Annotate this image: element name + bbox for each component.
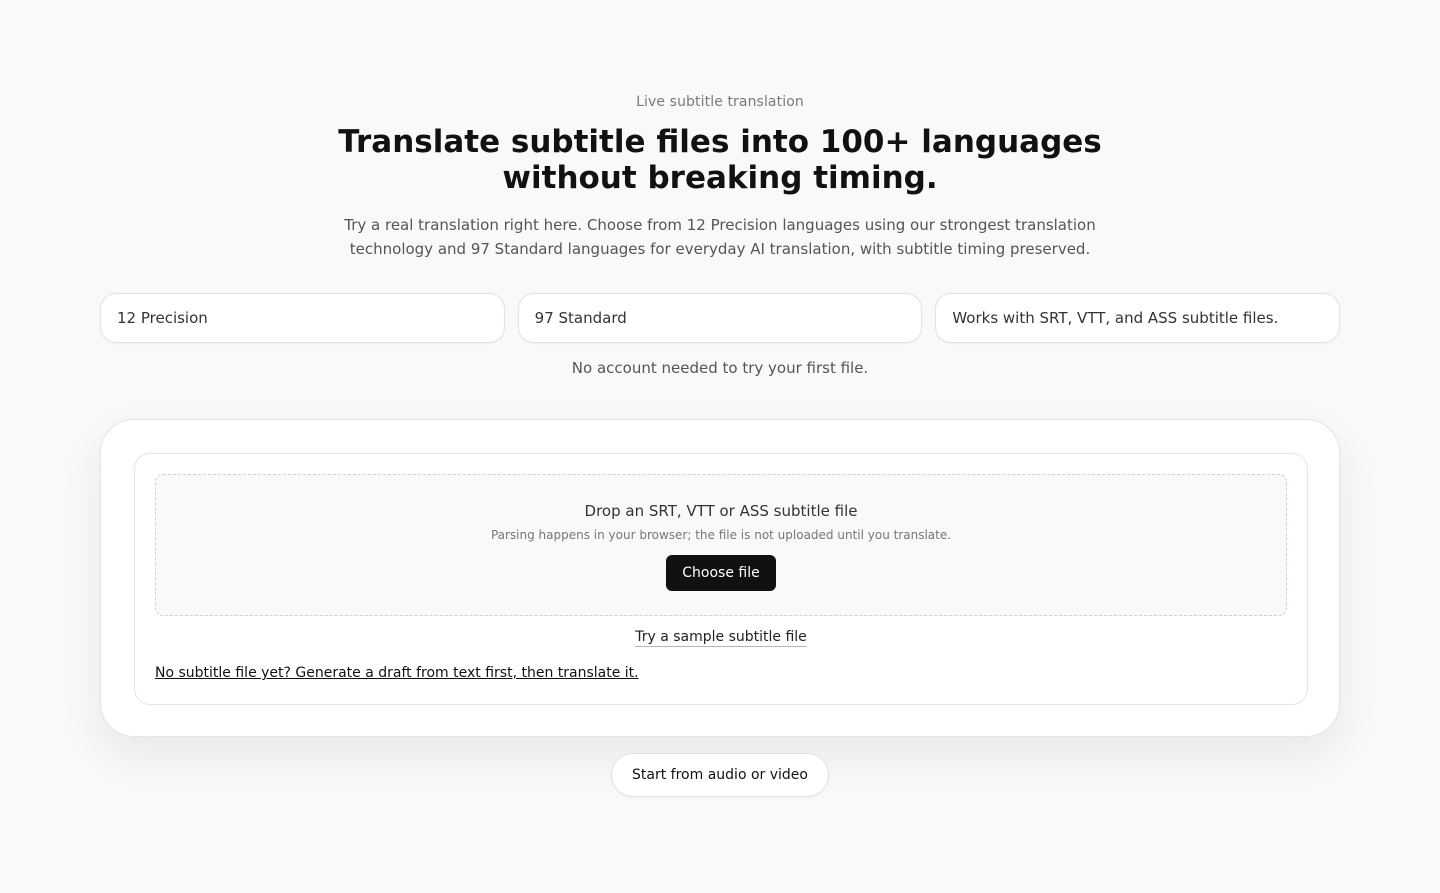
- stat-precision: 12 Precision: [100, 293, 505, 343]
- eyebrow-label: Live subtitle translation: [636, 94, 804, 110]
- dropzone-title: Drop an SRT, VTT or ASS subtitle file: [584, 502, 858, 520]
- sample-link-row: Try a sample subtitle file: [135, 629, 1307, 647]
- stat-standard: 97 Standard: [517, 293, 923, 343]
- page-title: Translate subtitle files into 100+ langu…: [338, 124, 1102, 196]
- hero-description: Try a real translation right here. Choos…: [344, 216, 1096, 258]
- upload-panel: Drop an SRT, VTT or ASS subtitle file Pa…: [134, 453, 1308, 705]
- file-dropzone[interactable]: Drop an SRT, VTT or ASS subtitle file Pa…: [155, 474, 1287, 616]
- dropzone-hint: Parsing happens in your browser; the fil…: [490, 528, 952, 542]
- sample-file-link[interactable]: Try a sample subtitle file: [635, 629, 807, 647]
- upload-card: Drop an SRT, VTT or ASS subtitle file Pa…: [100, 419, 1340, 737]
- stats-row: 12 Precision 97 Standard Works with SRT,…: [100, 293, 1341, 343]
- choose-file-button[interactable]: Choose file: [666, 555, 776, 591]
- start-from-audio-video-button[interactable]: Start from audio or video: [611, 753, 829, 797]
- stat-formats: Works with SRT, VTT, and ASS subtitle fi…: [935, 293, 1341, 343]
- no-account-note: No account needed to try your first file…: [571, 359, 869, 377]
- generate-draft-link[interactable]: No subtitle file yet? Generate a draft f…: [155, 665, 639, 681]
- page: Live subtitle translation Translate subt…: [0, 0, 1440, 893]
